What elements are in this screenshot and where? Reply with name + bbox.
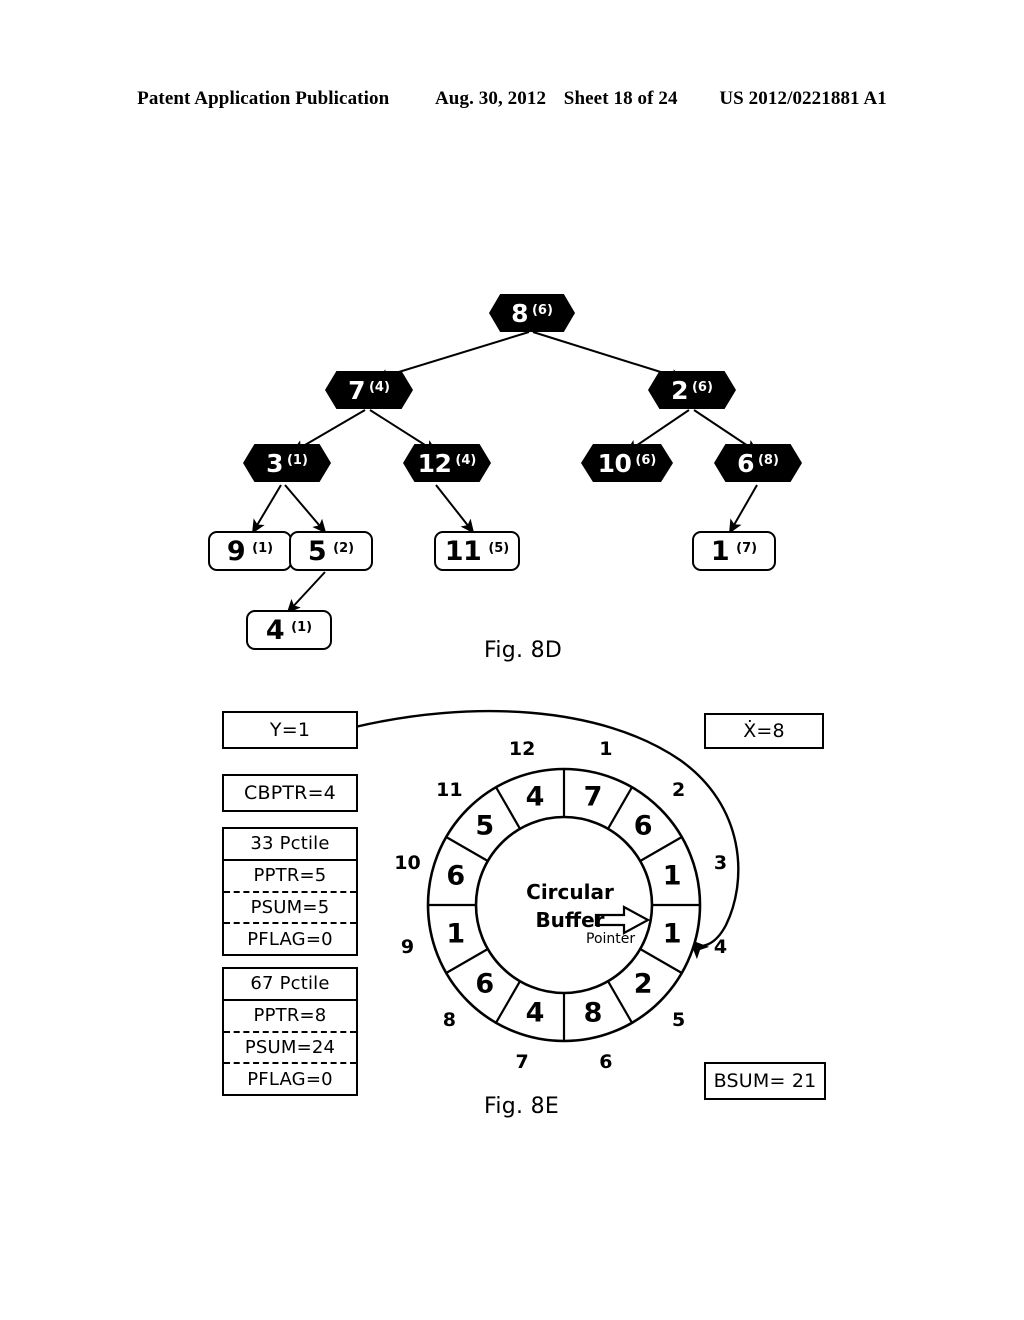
buffer-index-label: 1 [599,737,613,760]
buffer-slot-value: 6 [633,810,653,842]
buffer-index-label: 8 [442,1008,457,1031]
buffer-pointer-label: Pointer [586,931,636,947]
buffer-index-label: 6 [599,1050,613,1073]
buffer-center-label-line1: Circular [526,880,614,904]
buffer-slot-value: 8 [583,997,603,1029]
buffer-index-label: 4 [713,935,728,958]
buffer-slot-value: 2 [633,968,653,1000]
buffer-slot-value: 1 [446,918,466,950]
buffer-slot-value: 1 [662,860,682,892]
buffer-slot-value: 6 [475,968,495,1000]
buffer-index-label: 10 [394,852,421,875]
fig8e-caption: Fig. 8E [484,1094,560,1119]
buffer-index-label: 12 [508,737,536,760]
buffer-index-label: 3 [713,852,728,875]
buffer-slot-value: 5 [475,810,495,842]
circular-buffer-ring [426,767,702,1043]
buffer-pointer-arrow [594,905,651,935]
buffer-index-label: 9 [400,935,415,958]
buffer-slot-value: 4 [525,781,545,813]
buffer-center-label-line2: Buffer [535,908,605,932]
buffer-index-label: 2 [671,779,686,802]
buffer-slot-value: 6 [446,860,466,892]
buffer-slot-value: 7 [583,781,603,813]
buffer-slot-value: 4 [525,997,545,1029]
circular-buffer: Circular Buffer Pointer 761128461654 123… [0,0,1024,1320]
buffer-slot-value: 1 [662,918,682,950]
buffer-index-label: 7 [515,1050,529,1073]
buffer-index-label: 11 [436,779,463,802]
buffer-index-label: 5 [671,1008,686,1031]
